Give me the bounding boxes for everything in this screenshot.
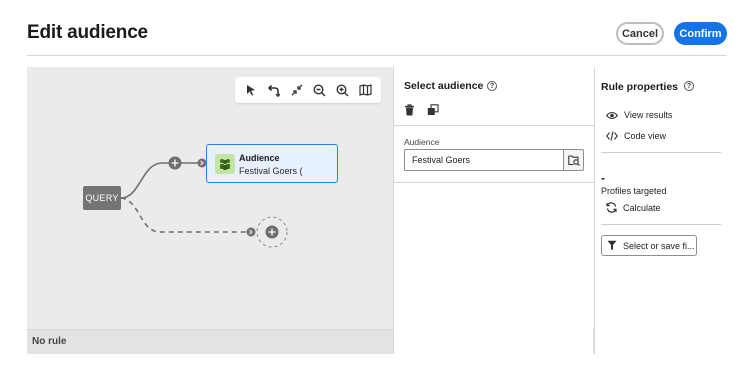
zoom-out-icon[interactable] [311,81,329,99]
refresh-icon [606,202,617,213]
help-icon[interactable]: ? [684,81,694,91]
audience-node[interactable]: Audience Festival Goers ( [206,144,338,183]
query-node[interactable]: QUERY [83,186,121,210]
filter-icon [607,240,617,251]
connection-query-to-audience [120,162,200,199]
divider [394,125,594,126]
rule-properties-panel: Rule properties ? View results Code view… [594,67,729,354]
rule-properties-title: Rule properties [601,81,679,93]
audience-node-subtitle: Festival Goers ( [239,166,303,176]
audience-group-icon [215,154,235,174]
view-results-label: View results [624,110,673,120]
filter-button-label: Select or save fi... [623,240,695,251]
delete-icon[interactable] [404,103,415,121]
code-view-label: Code view [624,131,667,141]
select-audience-title: Select audience [404,80,484,92]
eye-icon [606,111,618,119]
audience-node-title: Audience [239,153,280,163]
duplicate-icon[interactable] [427,103,439,121]
code-view-link[interactable]: Code view [606,131,666,141]
help-icon[interactable]: ? [487,81,497,91]
calculate-label: Calculate [623,202,661,213]
folder-search-icon [567,154,580,166]
connection-query-to-empty [120,197,250,233]
collapse-icon[interactable] [288,81,306,99]
divider [601,152,721,153]
edit-audience-screen: Edit audience Cancel Confirm QUERY Audie… [0,0,750,370]
view-results-link[interactable]: View results [606,110,672,120]
pointer-icon[interactable] [242,81,260,99]
undo-icon[interactable] [265,81,283,99]
audience-field-label: Audience [404,137,440,147]
profiles-count: - [601,171,605,185]
canvas-toolbar [235,77,381,103]
zoom-in-icon[interactable] [334,81,352,99]
chevron-right-icon [246,227,256,237]
profiles-targeted-label: Profiles targeted [601,186,667,196]
audience-field[interactable]: Festival Goers [404,149,563,171]
select-audience-panel: Select audience ? Audience Festival Goer… [393,67,594,354]
map-icon[interactable] [357,81,375,99]
code-icon [606,131,618,141]
add-step-button-top[interactable] [168,156,182,170]
rule-status-text: No rule [32,336,67,347]
divider [601,224,721,225]
divider [394,182,594,183]
calculate-button[interactable]: Calculate [606,202,661,213]
select-or-save-filter-button[interactable]: Select or save fi... [601,235,697,256]
empty-step-placeholder[interactable] [256,216,288,248]
audience-picker-button[interactable] [563,149,584,171]
